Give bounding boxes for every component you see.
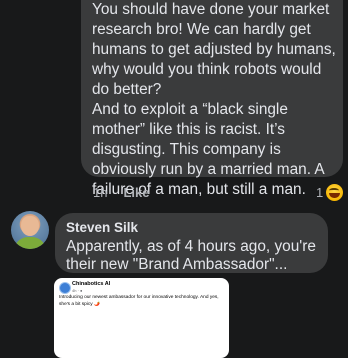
comment-text: Apparently, as of 4 hours ago, you're th… <box>66 238 316 273</box>
page-logo-icon <box>59 282 71 294</box>
attached-screenshot[interactable]: Chinabotics AI 4h · ● Introducing our ne… <box>54 278 229 358</box>
preview-page-name: Chinabotics AI <box>72 281 111 287</box>
like-button[interactable]: Like <box>123 185 149 200</box>
avatar-shirt <box>14 237 46 249</box>
comment-text: You should have done your market researc… <box>92 1 336 98</box>
comment-meta: 1h Like <box>93 183 149 201</box>
reaction-summary[interactable]: 1 <box>316 182 345 202</box>
comment-bubble: Steven Silk Apparently, as of 4 hours ag… <box>55 213 328 273</box>
haha-emoji-icon <box>325 182 345 202</box>
comment-timestamp[interactable]: 1h <box>93 185 107 200</box>
avatar-head <box>21 216 39 236</box>
comment-author[interactable]: Steven Silk <box>66 220 138 235</box>
preview-post-text: Introducing our newest ambassador for ou… <box>59 295 219 307</box>
reaction-count: 1 <box>316 184 324 200</box>
avatar[interactable] <box>11 211 49 249</box>
comment-bubble: You should have done your market researc… <box>81 0 343 198</box>
preview-post-meta: 4h · ● <box>72 288 83 293</box>
